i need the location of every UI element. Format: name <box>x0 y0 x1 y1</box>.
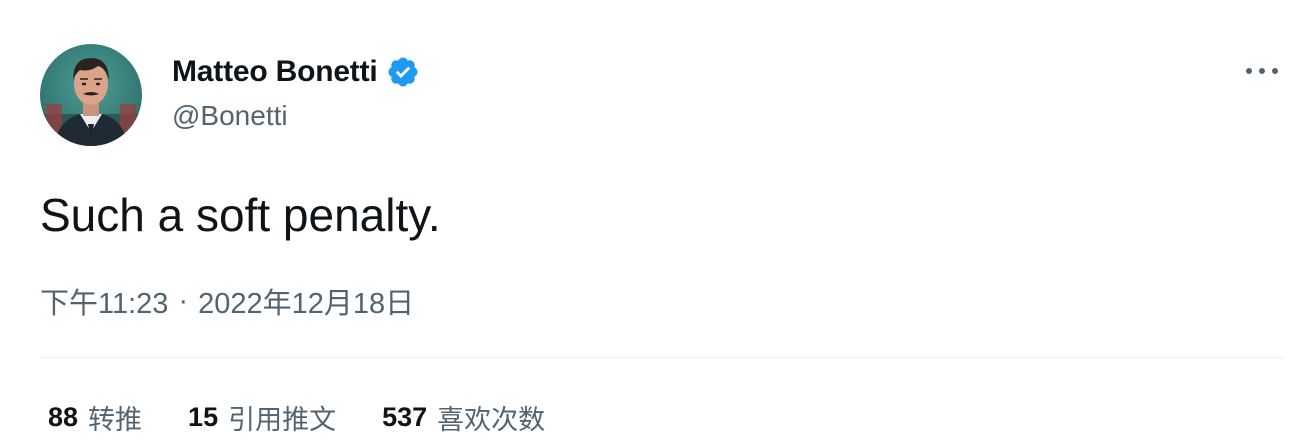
retweets-count: 88 <box>48 402 79 432</box>
retweets-stat[interactable]: 88 转推 <box>48 398 142 437</box>
tweet-date[interactable]: 2022年12月18日 <box>198 280 414 322</box>
verified-badge-icon <box>386 55 420 89</box>
quotes-stat[interactable]: 15 引用推文 <box>188 398 336 437</box>
display-name[interactable]: Matteo Bonetti <box>172 55 378 89</box>
author-handle[interactable]: @Bonetti <box>172 100 288 132</box>
more-horizontal-icon <box>1246 68 1278 74</box>
avatar-image <box>40 44 142 146</box>
quotes-count: 15 <box>188 402 219 432</box>
likes-stat[interactable]: 537 喜欢次数 <box>382 398 545 437</box>
tweet-time[interactable]: 下午11:23 <box>40 280 168 322</box>
likes-label: 喜欢次数 <box>437 405 546 435</box>
tweet-card: Matteo Bonetti @Bonetti Such a soft pena… <box>0 0 1304 444</box>
tweet-stats: 88 转推 15 引用推文 537 喜欢次数 <box>48 398 545 437</box>
tweet-timestamp[interactable]: 下午11:23 · 2022年12月18日 <box>40 280 414 322</box>
quotes-label: 引用推文 <box>228 405 337 435</box>
avatar[interactable] <box>40 44 142 146</box>
more-options-button[interactable] <box>1240 56 1284 86</box>
likes-count: 537 <box>382 402 428 432</box>
divider <box>40 357 1284 358</box>
author-name-row[interactable]: Matteo Bonetti <box>172 54 420 90</box>
tweet-text: Such a soft penalty. <box>40 189 441 241</box>
timestamp-separator: · <box>178 284 189 317</box>
retweets-label: 转推 <box>88 405 143 435</box>
